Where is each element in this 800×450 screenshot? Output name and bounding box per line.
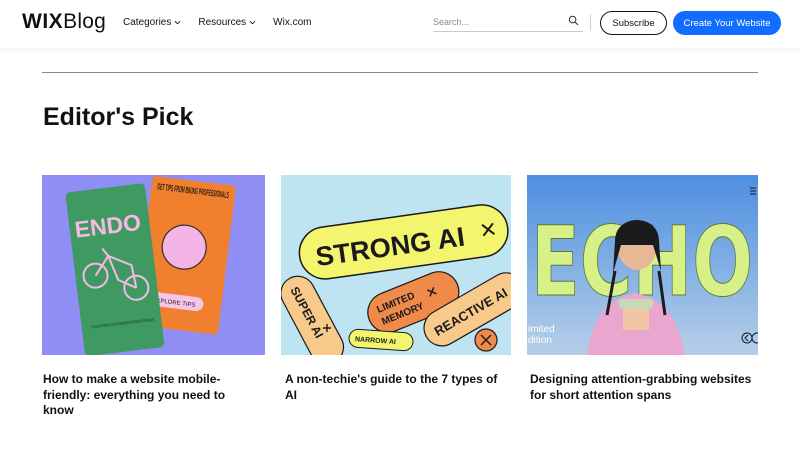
card-title-mobile-friendly[interactable]: How to make a website mobile-friendly: e…: [43, 372, 258, 419]
logo-blog-text: Blog: [63, 10, 107, 33]
header-separator: [590, 14, 591, 31]
search-bar: [433, 12, 583, 32]
section-title: Editor's Pick: [43, 103, 194, 131]
nav-wix-com[interactable]: Wix.com: [273, 17, 311, 28]
section-divider: [42, 72, 758, 73]
ai-pills-illustration: STRONG AI SUPER AI LIMITED MEMORY REACTI…: [281, 175, 511, 355]
create-website-button[interactable]: Create Your Website: [673, 11, 781, 35]
logo-wix-text: WIX: [22, 10, 64, 33]
card-image-attention-spans[interactable]: ECHO imited dition: [527, 175, 758, 355]
search-icon[interactable]: [568, 15, 579, 26]
search-input[interactable]: [433, 13, 553, 31]
nav-resources[interactable]: Resources: [198, 17, 256, 28]
chevron-down-icon: [249, 20, 256, 25]
card-title-ai-types[interactable]: A non-techie's guide to the 7 types of A…: [285, 372, 510, 403]
card-image-mobile-friendly[interactable]: GET TIPS FROM BIKING PROFESSIONALS EXPLO…: [42, 175, 265, 355]
nav-resources-label: Resources: [198, 17, 247, 28]
subscribe-button[interactable]: Subscribe: [600, 11, 667, 35]
card-image-ai-types[interactable]: STRONG AI SUPER AI LIMITED MEMORY REACTI…: [281, 175, 511, 355]
nav-wix-com-label: Wix.com: [273, 17, 312, 28]
edition-text-1: imited: [528, 324, 555, 335]
card-title-attention-spans[interactable]: Designing attention-grabbing websites fo…: [530, 372, 755, 403]
echo-fashion-illustration: ECHO imited dition: [527, 175, 758, 355]
main-nav: Categories Resources Wix.com: [123, 17, 329, 28]
site-header: WIXBlog Categories Resources Wix.com Sub…: [0, 0, 800, 48]
bike-app-illustration: GET TIPS FROM BIKING PROFESSIONALS EXPLO…: [42, 175, 265, 355]
edition-text-2: dition: [528, 335, 552, 346]
wix-blog-logo[interactable]: WIXBlog: [22, 10, 106, 34]
chevron-down-icon: [174, 20, 181, 25]
nav-categories-label: Categories: [123, 17, 172, 28]
nav-categories[interactable]: Categories: [123, 17, 181, 28]
